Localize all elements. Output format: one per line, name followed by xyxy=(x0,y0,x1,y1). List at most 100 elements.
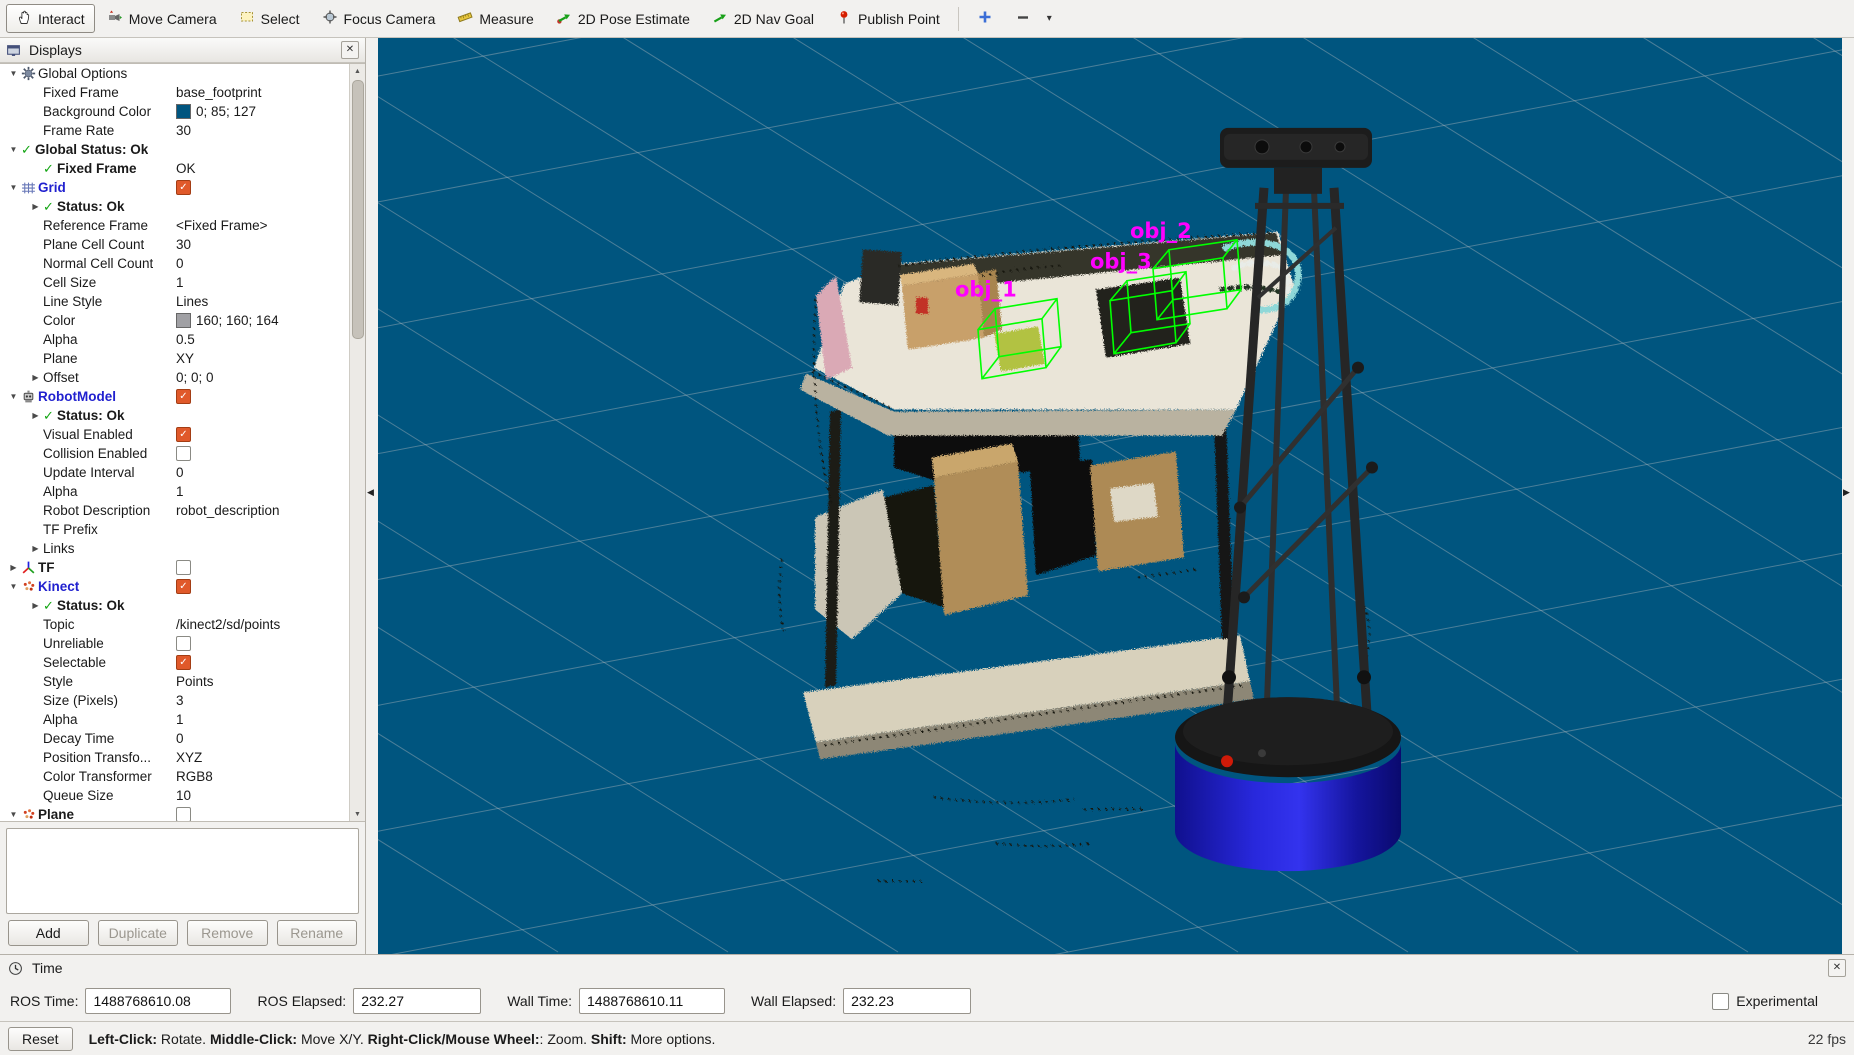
expander-open-icon[interactable]: ▼ xyxy=(6,577,21,596)
panel-splitter-left[interactable]: ◀ xyxy=(366,38,378,954)
expander-closed-icon[interactable]: ▶ xyxy=(28,197,43,216)
property-value[interactable]: 0.5 xyxy=(176,330,195,349)
checkbox-unchecked[interactable] xyxy=(176,560,191,575)
tree-row[interactable]: Robot Descriptionrobot_description xyxy=(0,501,350,520)
experimental-checkbox[interactable] xyxy=(1712,993,1729,1010)
property-value[interactable] xyxy=(176,634,191,653)
property-value[interactable]: ✓ xyxy=(176,653,191,672)
property-value[interactable]: Points xyxy=(176,672,214,691)
collapse-left-icon[interactable]: ◀ xyxy=(367,487,374,498)
tool-plus-icon[interactable] xyxy=(967,4,1003,33)
property-value[interactable]: 3 xyxy=(176,691,184,710)
checkbox-checked[interactable]: ✓ xyxy=(176,579,191,594)
tree-row[interactable]: ▼Grid✓ xyxy=(0,178,350,197)
tree-row[interactable]: Queue Size10 xyxy=(0,786,350,805)
tree-row[interactable]: Color TransformerRGB8 xyxy=(0,767,350,786)
property-value[interactable]: 1 xyxy=(176,482,184,501)
tree-row[interactable]: Cell Size1 xyxy=(0,273,350,292)
property-value[interactable]: ✓ xyxy=(176,387,191,406)
tree-row[interactable]: ✓Fixed FrameOK xyxy=(0,159,350,178)
property-value[interactable]: OK xyxy=(176,159,196,178)
tree-row[interactable]: ▶Offset0; 0; 0 xyxy=(0,368,350,387)
tool-measure[interactable]: Measure xyxy=(447,4,543,33)
tool-move-camera[interactable]: Move Camera xyxy=(97,4,227,33)
3d-viewport[interactable]: obj_1 obj_2 obj_3 xyxy=(378,38,1842,954)
tree-row[interactable]: ▼Global Options xyxy=(0,64,350,83)
expander-closed-icon[interactable]: ▶ xyxy=(28,539,43,558)
checkbox-checked[interactable]: ✓ xyxy=(176,389,191,404)
toolbar-dropdown-caret-icon[interactable]: ▾ xyxy=(1043,13,1056,24)
tree-row[interactable]: Alpha1 xyxy=(0,710,350,729)
add-display-button[interactable]: Add xyxy=(8,920,89,946)
scroll-down-icon[interactable]: ▼ xyxy=(350,807,365,821)
property-value[interactable]: robot_description xyxy=(176,501,280,520)
property-value[interactable]: 160; 160; 164 xyxy=(176,311,279,330)
expander-closed-icon[interactable]: ▶ xyxy=(6,558,21,577)
scrollbar-thumb[interactable] xyxy=(352,80,364,339)
expander-open-icon[interactable]: ▼ xyxy=(6,64,21,83)
close-displays-panel-button[interactable]: ✕ xyxy=(341,41,359,59)
tree-row[interactable]: ▶✓Status: Ok xyxy=(0,406,350,425)
property-value[interactable]: RGB8 xyxy=(176,767,213,786)
property-value[interactable]: XYZ xyxy=(176,748,202,767)
tool-2d-pose-estimate[interactable]: 2D Pose Estimate xyxy=(546,4,700,33)
property-value[interactable]: Lines xyxy=(176,292,208,311)
tool-focus-camera[interactable]: Focus Camera xyxy=(312,4,446,33)
property-value[interactable]: <Fixed Frame> xyxy=(176,216,268,235)
scroll-up-icon[interactable]: ▲ xyxy=(350,64,365,78)
tool-publish-point[interactable]: Publish Point xyxy=(826,4,950,33)
property-value[interactable]: ✓ xyxy=(176,577,191,596)
tree-row[interactable]: StylePoints xyxy=(0,672,350,691)
property-value[interactable]: /kinect2/sd/points xyxy=(176,615,280,634)
expander-closed-icon[interactable]: ▶ xyxy=(28,406,43,425)
property-value[interactable] xyxy=(176,805,191,821)
property-value[interactable]: 0 xyxy=(176,729,184,748)
expander-open-icon[interactable]: ▼ xyxy=(6,805,21,821)
checkbox-unchecked[interactable] xyxy=(176,807,191,821)
tree-row[interactable]: Background Color0; 85; 127 xyxy=(0,102,350,121)
tree-row[interactable]: Selectable✓ xyxy=(0,653,350,672)
collapse-right-icon[interactable]: ▶ xyxy=(1843,487,1850,498)
tree-row[interactable]: Decay Time0 xyxy=(0,729,350,748)
property-value[interactable]: ✓ xyxy=(176,178,191,197)
tree-row[interactable]: Alpha0.5 xyxy=(0,330,350,349)
tree-row[interactable]: Collision Enabled xyxy=(0,444,350,463)
displays-panel-titlebar[interactable]: Displays ✕ xyxy=(0,38,365,63)
checkbox-checked[interactable]: ✓ xyxy=(176,427,191,442)
property-value[interactable]: ✓ xyxy=(176,425,191,444)
tool-interact[interactable]: Interact xyxy=(6,4,95,33)
render-canvas[interactable]: obj_1 obj_2 obj_3 xyxy=(378,38,1842,954)
checkbox-unchecked[interactable] xyxy=(176,446,191,461)
tree-row[interactable]: Unreliable xyxy=(0,634,350,653)
property-value[interactable]: 0 xyxy=(176,254,184,273)
expander-closed-icon[interactable]: ▶ xyxy=(28,368,43,387)
tree-row[interactable]: Line StyleLines xyxy=(0,292,350,311)
tree-row[interactable]: Normal Cell Count0 xyxy=(0,254,350,273)
property-value[interactable]: 1 xyxy=(176,710,184,729)
tree-row[interactable]: ▶✓Status: Ok xyxy=(0,596,350,615)
displays-scrollbar[interactable]: ▲ ▼ xyxy=(349,64,365,821)
tree-row[interactable]: Position Transfo...XYZ xyxy=(0,748,350,767)
tree-row[interactable]: ▼RobotModel✓ xyxy=(0,387,350,406)
close-time-panel-button[interactable]: ✕ xyxy=(1828,959,1846,977)
property-value[interactable]: base_footprint xyxy=(176,83,262,102)
tool-select[interactable]: Select xyxy=(229,4,310,33)
tree-row[interactable]: ▼✓Global Status: Ok xyxy=(0,140,350,159)
checkbox-unchecked[interactable] xyxy=(176,636,191,651)
tree-row[interactable]: ▶TF xyxy=(0,558,350,577)
tree-row[interactable]: Reference Frame<Fixed Frame> xyxy=(0,216,350,235)
tree-row[interactable]: Plane Cell Count30 xyxy=(0,235,350,254)
tree-row[interactable]: Fixed Framebase_footprint xyxy=(0,83,350,102)
tree-row[interactable]: Topic/kinect2/sd/points xyxy=(0,615,350,634)
tree-row[interactable]: TF Prefix xyxy=(0,520,350,539)
property-value[interactable]: 0 xyxy=(176,463,184,482)
property-value[interactable] xyxy=(176,558,191,577)
expander-open-icon[interactable]: ▼ xyxy=(6,387,21,406)
tree-row[interactable]: ▶✓Status: Ok xyxy=(0,197,350,216)
property-value[interactable]: 0; 85; 127 xyxy=(176,102,256,121)
tool-minus-icon[interactable] xyxy=(1005,4,1041,33)
tree-row[interactable]: ▼Plane xyxy=(0,805,350,821)
tree-row[interactable]: Update Interval0 xyxy=(0,463,350,482)
checkbox-checked[interactable]: ✓ xyxy=(176,655,191,670)
tree-row[interactable]: Visual Enabled✓ xyxy=(0,425,350,444)
